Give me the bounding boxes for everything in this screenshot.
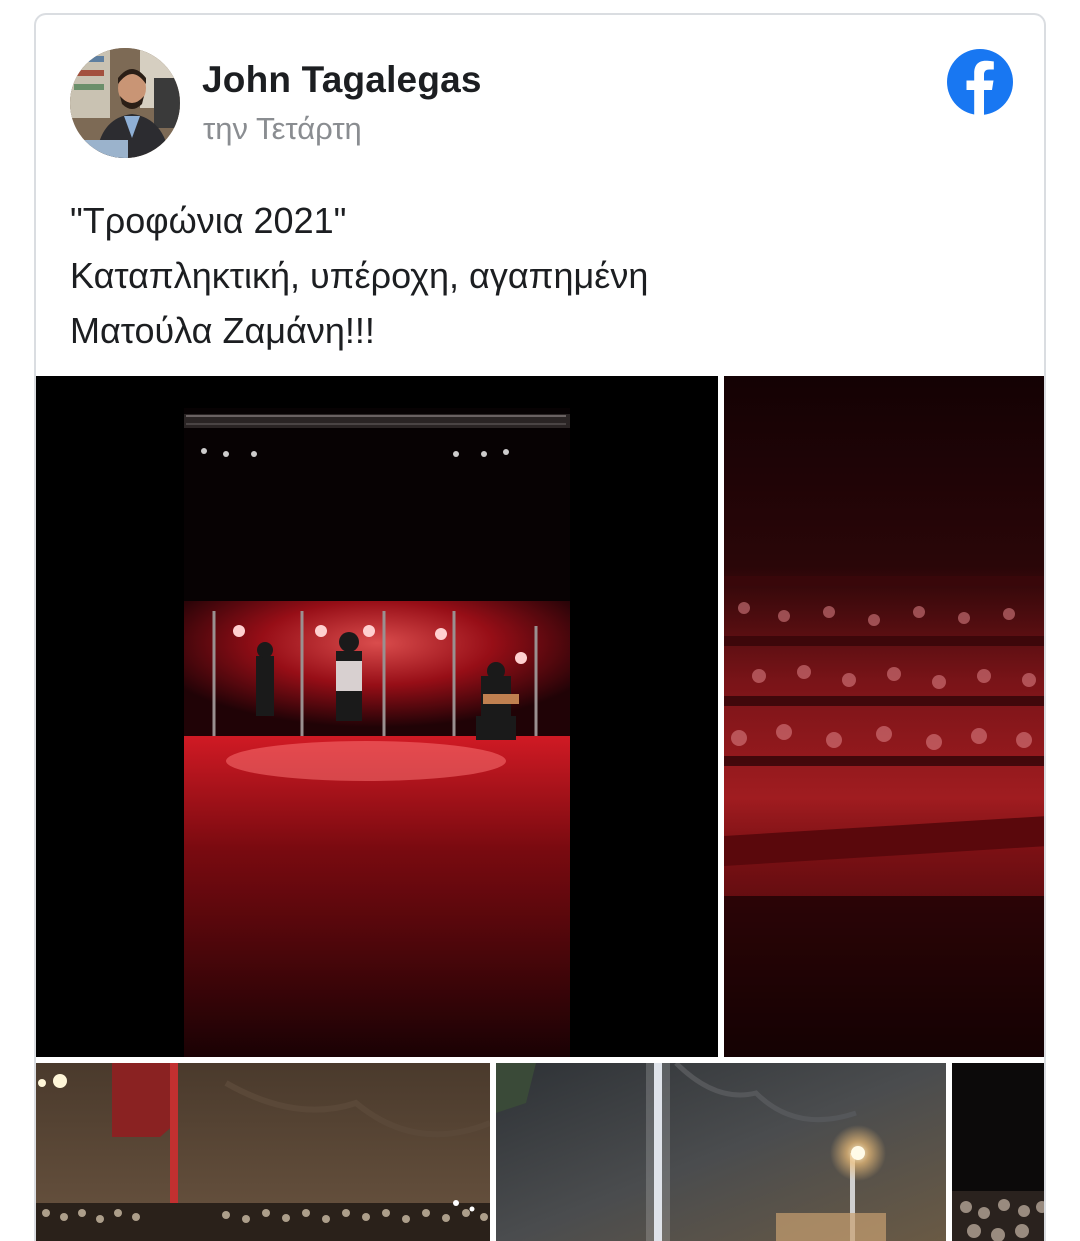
post-text-line: Καταπληκτική, υπέροχη, αγαπημένη (70, 255, 649, 296)
rock-wall-streetlight-photo[interactable] (496, 1063, 946, 1241)
avatar[interactable] (70, 48, 180, 158)
post-timestamp[interactable]: την Τετάρτη (203, 111, 362, 147)
post-text-line: Ματούλα Ζαμάνη!!! (70, 310, 375, 351)
audience-red-light-photo[interactable] (724, 376, 1044, 1057)
facebook-icon[interactable] (946, 48, 1014, 116)
author-name[interactable]: John Tagalegas (202, 59, 482, 101)
theater-crowd-rock-photo[interactable] (36, 1063, 490, 1241)
night-crowd-photo[interactable] (952, 1063, 1044, 1241)
post-card: John Tagalegas την Τετάρτη "Τροφώνια 202… (34, 13, 1046, 1241)
avatar-image (70, 48, 180, 158)
post-text-line: "Τροφώνια 2021" (70, 200, 347, 241)
concert-stage-photo[interactable] (36, 376, 718, 1057)
post-text: "Τροφώνια 2021" Καταπληκτική, υπέροχη, α… (70, 193, 648, 358)
